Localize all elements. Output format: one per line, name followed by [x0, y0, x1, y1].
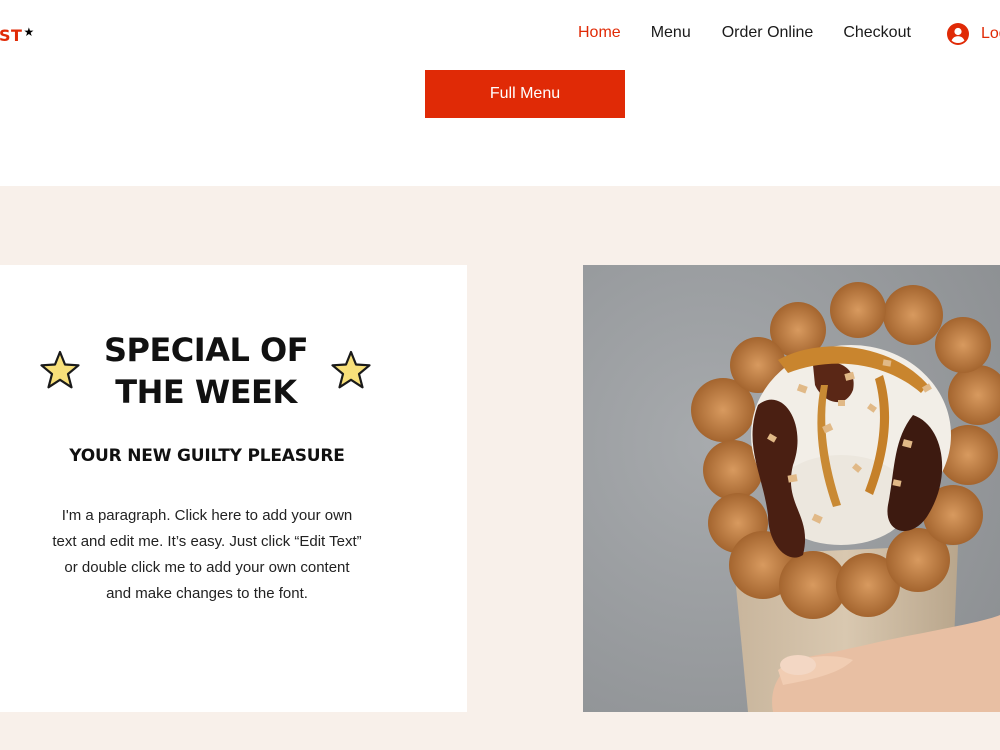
logo-star-icon: ★: [23, 25, 35, 39]
special-title-line1: SPECIAL OF: [103, 331, 309, 369]
login-button[interactable]: Log: [947, 23, 1000, 45]
logo-text[interactable]: ST: [0, 26, 22, 45]
special-title-line2: THE WEEK: [115, 373, 297, 411]
user-circle-icon: [947, 23, 969, 45]
special-subtitle: YOUR NEW GUILTY PLEASURE: [69, 446, 345, 466]
site-header: ST ★ Home Menu Order Online Checkout Log: [0, 0, 1000, 68]
login-label: Log: [981, 25, 1000, 42]
full-menu-button[interactable]: Full Menu: [425, 70, 625, 118]
special-card: SPECIAL OF THE WEEK YOUR NEW GUILTY PLEA…: [0, 265, 467, 712]
special-dessert-image: [583, 265, 1000, 712]
nav-checkout-link[interactable]: Checkout: [843, 24, 911, 42]
star-icon: [39, 349, 81, 391]
nav-home-link[interactable]: Home: [578, 24, 621, 42]
star-icon: [330, 349, 372, 391]
nav-menu-link[interactable]: Menu: [651, 24, 691, 42]
special-paragraph: I'm a paragraph. Click here to add your …: [52, 507, 362, 602]
special-of-the-week-section: SPECIAL OF THE WEEK YOUR NEW GUILTY PLEA…: [0, 186, 1000, 750]
special-title: SPECIAL OF THE WEEK: [92, 329, 320, 413]
nav-order-online-link[interactable]: Order Online: [722, 24, 814, 42]
main-nav: Home Menu Order Online Checkout: [578, 24, 911, 42]
site-logo[interactable]: ST ★: [0, 25, 35, 45]
